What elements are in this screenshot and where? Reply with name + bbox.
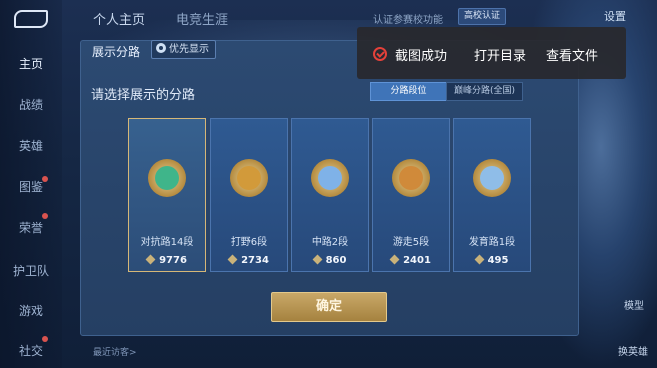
back-logo-icon[interactable] <box>14 10 48 28</box>
lane-label: 游走5段 <box>392 237 430 248</box>
diamond-icon <box>145 254 156 265</box>
tab-personal-home[interactable]: 个人主页 <box>93 9 145 28</box>
lane-score-value: 2401 <box>403 255 431 266</box>
notification-dot <box>42 336 48 342</box>
lane-card[interactable]: 对抗路14段 9776 <box>128 118 206 272</box>
notification-dot <box>42 176 48 182</box>
screenshot-toast: 截图成功 打开目录 查看文件 <box>357 27 626 79</box>
lane-score-value: 860 <box>325 255 347 266</box>
lane-score: 2734 <box>211 254 287 266</box>
lane-label: 中路2段 <box>311 237 349 248</box>
lane-emblem-core-icon <box>155 166 179 190</box>
model-label[interactable]: 模型 <box>624 297 644 312</box>
check-circle-icon <box>373 47 387 61</box>
confirm-button[interactable]: 确定 <box>271 292 387 322</box>
dialog-header: 展示分路 优先显示 <box>82 37 222 61</box>
sidebar-item-guard[interactable]: 护卫队 <box>0 262 62 279</box>
view-file-link[interactable]: 查看文件 <box>546 45 598 64</box>
lane-emblem-icon <box>392 159 430 197</box>
sidebar-item-honor[interactable]: 荣誉 <box>0 219 62 236</box>
campus-cert-badge[interactable]: 高校认证 <box>458 8 507 25</box>
lane-score-value: 2734 <box>241 255 269 266</box>
lane-emblem-core-icon <box>480 166 504 190</box>
open-directory-link[interactable]: 打开目录 <box>474 45 526 64</box>
sidebar-item-social[interactable]: 社交 <box>0 342 62 359</box>
lane-card[interactable]: 中路2段 860 <box>291 118 369 272</box>
tab-esports-career[interactable]: 电竞生涯 <box>176 9 228 28</box>
lane-emblem-icon <box>230 159 268 197</box>
dialog-title: 展示分路 <box>92 45 141 59</box>
sidebar-item-heroes[interactable]: 英雄 <box>0 137 62 154</box>
dialog-subtitle: 请选择展示的分路 <box>91 88 196 103</box>
sidebar: 主页 战绩 英雄 图鉴 荣誉 护卫队 游戏 社交 <box>0 0 62 368</box>
lane-score: 860 <box>292 254 368 266</box>
lane-score-value: 495 <box>487 255 509 266</box>
lane-score: 495 <box>454 254 530 266</box>
lane-label: 发育路1段 <box>468 237 516 248</box>
lane-score-value: 9776 <box>159 255 187 266</box>
sidebar-item-home[interactable]: 主页 <box>0 55 62 72</box>
settings-button[interactable]: 设置 <box>604 8 626 24</box>
sidebar-item-codex[interactable]: 图鉴 <box>0 178 62 195</box>
lane-emblem-core-icon <box>237 166 261 190</box>
lane-emblem-icon <box>473 159 511 197</box>
notification-dot <box>42 213 48 219</box>
lane-card[interactable]: 游走5段 2401 <box>372 118 450 272</box>
priority-label: 优先显示 <box>169 44 209 55</box>
lane-emblem-core-icon <box>399 166 423 190</box>
lane-card[interactable]: 发育路1段 495 <box>453 118 531 272</box>
cert-text: 认证参赛校功能 <box>373 15 443 26</box>
lane-card[interactable]: 打野6段 2734 <box>210 118 288 272</box>
gear-icon <box>156 43 166 53</box>
recent-visitors[interactable]: 最近访客> <box>93 345 137 358</box>
diamond-icon <box>312 254 323 265</box>
lane-emblem-icon <box>311 159 349 197</box>
toast-message: 截图成功 <box>395 49 448 64</box>
lane-score: 9776 <box>129 254 205 266</box>
sidebar-item-games[interactable]: 游戏 <box>0 302 62 319</box>
tab-peak-lane[interactable]: 巅峰分路(全国) <box>446 82 523 101</box>
lane-emblem-icon <box>148 159 186 197</box>
lane-label: 打野6段 <box>230 237 268 248</box>
lane-label: 对抗路14段 <box>140 237 194 248</box>
change-hero-label[interactable]: 换英雄 <box>618 343 648 358</box>
diamond-icon <box>474 254 485 265</box>
tab-lane-rank[interactable]: 分路段位 <box>370 82 447 101</box>
lane-score: 2401 <box>373 254 449 266</box>
priority-display-button[interactable]: 优先显示 <box>151 40 216 59</box>
diamond-icon <box>389 254 400 265</box>
diamond-icon <box>227 254 238 265</box>
lane-emblem-core-icon <box>318 166 342 190</box>
sidebar-item-record[interactable]: 战绩 <box>0 96 62 113</box>
